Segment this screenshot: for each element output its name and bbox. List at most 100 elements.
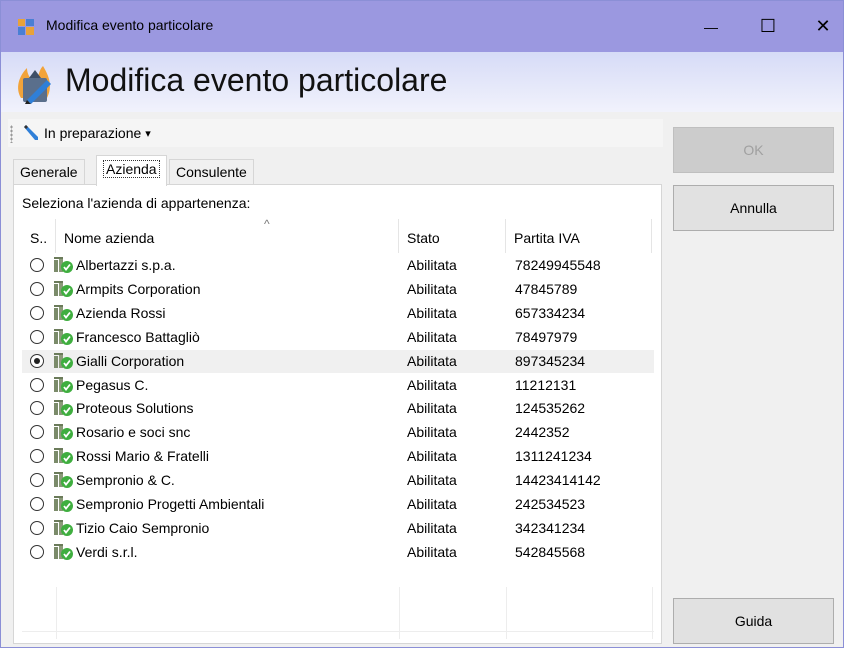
table-row[interactable]: Armpits Corporation Abilitata 47845789: [22, 278, 654, 301]
company-vat-number: 542845568: [515, 543, 586, 560]
company-status: Abilitata: [407, 304, 457, 321]
maximize-button[interactable]: ☐: [738, 1, 798, 52]
company-enabled-icon: [53, 471, 73, 489]
row-select-radio[interactable]: [30, 449, 44, 464]
row-select-radio[interactable]: [30, 329, 44, 344]
company-status: Abilitata: [407, 352, 457, 369]
company-vat-number: 342341234: [515, 519, 586, 536]
table-row[interactable]: Sempronio & C. Abilitata 14423414142: [22, 469, 654, 492]
column-header-select[interactable]: S..: [22, 219, 56, 253]
table-row[interactable]: Sempronio Progetti Ambientali Abilitata 24…: [22, 493, 654, 516]
row-select-radio[interactable]: [30, 305, 44, 320]
column-label: Stato: [407, 230, 440, 246]
company-grid[interactable]: S.. ^ Nome azienda Stato Partita IVA Alb…: [22, 217, 654, 640]
company-enabled-icon: [53, 543, 73, 561]
help-button[interactable]: Guida: [673, 598, 834, 644]
window-title: Modifica evento particolare: [46, 17, 214, 33]
minimize-icon: —: [704, 18, 718, 35]
company-status: Abilitata: [407, 472, 457, 489]
maximize-icon: ☐: [759, 16, 777, 36]
company-name: Armpits Corporation: [76, 280, 201, 297]
tab-azienda[interactable]: Azienda: [96, 155, 167, 186]
app-window-icon: [18, 19, 34, 35]
page-title: Modifica evento particolare: [65, 62, 448, 98]
title-bar[interactable]: Modifica evento particolare — ☐ ✕: [1, 1, 843, 52]
minimize-button[interactable]: —: [681, 1, 741, 52]
empty-row: [22, 632, 654, 640]
row-select-radio[interactable]: [30, 425, 44, 440]
company-name: Verdi s.r.l.: [76, 543, 138, 560]
table-row[interactable]: Tizio Caio Sempronio Abilitata 342341234: [22, 517, 654, 540]
company-enabled-icon: [53, 399, 73, 417]
company-status: Abilitata: [407, 376, 457, 393]
grid-divider: [652, 587, 653, 639]
row-select-radio[interactable]: [30, 258, 44, 272]
table-row[interactable]: Rossi Mario & Fratelli Abilitata 131124123…: [22, 445, 654, 468]
row-select-radio[interactable]: [30, 281, 44, 296]
event-edit-icon: [18, 66, 51, 104]
row-select-radio[interactable]: [30, 377, 44, 392]
table-row[interactable]: Verdi s.r.l. Abilitata 542845568: [22, 541, 654, 564]
table-row[interactable]: Pegasus C. Abilitata 11212131: [22, 374, 654, 397]
ok-label: OK: [743, 142, 764, 158]
company-enabled-icon: [53, 376, 73, 394]
row-select-radio[interactable]: [30, 401, 44, 416]
company-enabled-icon: [53, 280, 73, 298]
status-label: In preparazione: [44, 125, 142, 141]
company-status: Abilitata: [407, 448, 457, 465]
column-header-nome[interactable]: ^ Nome azienda: [56, 217, 399, 253]
company-name: Azienda Rossi: [76, 304, 166, 321]
company-enabled-icon: [53, 352, 73, 370]
status-dropdown[interactable]: In preparazione ▾: [22, 123, 151, 143]
ok-button[interactable]: OK: [673, 127, 834, 173]
tab-consulente[interactable]: Consulente: [169, 159, 254, 186]
company-enabled-icon: [53, 256, 73, 274]
row-select-radio[interactable]: [30, 353, 44, 368]
company-name: Sempronio & C.: [76, 472, 175, 489]
row-select-radio[interactable]: [30, 544, 44, 559]
company-vat-number: 242534523: [515, 496, 586, 512]
column-header-stato[interactable]: Stato: [399, 219, 506, 253]
row-select-radio[interactable]: [30, 520, 44, 535]
company-vat-number: 11212131: [515, 376, 577, 393]
company-vat-number: 897345234: [515, 352, 586, 369]
company-vat-number: 78497979: [515, 328, 578, 345]
table-row[interactable]: Proteous Solutions Abilitata 124535262: [22, 397, 654, 420]
column-label: Partita IVA: [514, 230, 580, 246]
table-row[interactable]: Azienda Rossi Abilitata 657334234: [22, 302, 654, 325]
company-vat-number: 47845789: [515, 280, 578, 297]
company-vat-number: 78249945548: [515, 257, 601, 273]
company-status: Abilitata: [407, 496, 457, 512]
cancel-button[interactable]: Annulla: [673, 185, 834, 231]
row-select-radio[interactable]: [30, 497, 44, 511]
close-icon: ✕: [815, 16, 831, 36]
column-label: Nome azienda: [64, 230, 155, 246]
company-name: Sempronio Progetti Ambientali: [76, 496, 265, 512]
table-row[interactable]: Rosario e soci snc Abilitata 2442352: [22, 421, 654, 444]
company-name: Pegasus C.: [76, 376, 149, 393]
tab-generale[interactable]: Generale: [13, 159, 85, 186]
close-button[interactable]: ✕: [793, 1, 844, 52]
company-vat-number: 2442352: [515, 424, 570, 441]
table-row[interactable]: Albertazzi s.p.a. Abilitata 78249945548: [22, 254, 654, 277]
company-vat-number: 1311241234: [515, 448, 592, 465]
toolstrip-grip[interactable]: [10, 125, 13, 143]
panel-caption: Seleziona l'azienda di appartenenza:: [22, 195, 251, 211]
cancel-label: Annulla: [730, 200, 777, 216]
column-header-partita-iva[interactable]: Partita IVA: [506, 219, 652, 253]
table-row[interactable]: Gialli Corporation Abilitata 897345234: [22, 349, 654, 373]
company-name: Tizio Caio Sempronio: [76, 519, 210, 536]
table-row[interactable]: Francesco Battagliò Abilitata 78497979: [22, 326, 654, 349]
company-name: Francesco Battagliò: [76, 328, 200, 345]
company-enabled-icon: [53, 519, 73, 537]
company-status: Abilitata: [407, 543, 457, 560]
company-enabled-icon: [53, 495, 73, 513]
company-name: Gialli Corporation: [76, 352, 185, 369]
column-label: S..: [30, 230, 48, 246]
row-select-radio[interactable]: [30, 473, 44, 488]
company-name: Albertazzi s.p.a.: [76, 257, 176, 273]
sort-ascending-icon: ^: [264, 217, 270, 231]
grid-header: S.. ^ Nome azienda Stato Partita IVA: [22, 217, 654, 253]
company-name: Rosario e soci snc: [76, 424, 191, 441]
company-status: Abilitata: [407, 424, 457, 441]
